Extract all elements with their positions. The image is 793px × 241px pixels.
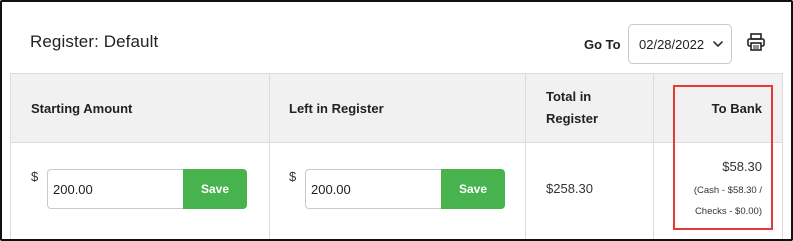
column-header-total-label: Total in Register — [546, 89, 599, 126]
register-header: Register: Default Go To 02/28/2022 — [2, 2, 791, 73]
to-bank-detail-cash: (Cash - $58.30 / — [693, 185, 762, 196]
date-select[interactable]: 02/28/2022 — [628, 24, 732, 64]
table-header-row: Starting Amount Left in Register Total i… — [11, 73, 782, 143]
left-in-register-input[interactable] — [305, 169, 445, 209]
to-bank-cell: $58.30 (Cash - $58.30 / Checks - $0.00) — [694, 159, 762, 222]
total-in-register-value: $258.30 — [546, 181, 593, 196]
date-value: 02/28/2022 — [639, 36, 705, 52]
currency-symbol: $ — [31, 169, 39, 184]
currency-symbol: $ — [289, 169, 297, 184]
column-header-total-in-register: Total in Register — [525, 74, 653, 142]
page-title: Register: Default — [30, 32, 159, 51]
save-starting-amount-button[interactable]: Save — [183, 169, 247, 209]
column-header-to-bank: To Bank — [711, 100, 762, 116]
chevron-down-icon — [713, 41, 723, 47]
table-row: $ Save $ Save $258.30 $58.30 (Cash - $58… — [11, 143, 782, 239]
starting-amount-input[interactable] — [47, 169, 187, 209]
go-to-label: Go To — [584, 37, 621, 52]
to-bank-detail-checks: Checks - $0.00) — [694, 206, 762, 217]
save-left-in-register-button[interactable]: Save — [441, 169, 505, 209]
column-header-starting-amount: Starting Amount — [31, 100, 133, 116]
to-bank-amount: $58.30 — [722, 159, 762, 174]
printer-icon[interactable] — [746, 32, 766, 52]
column-header-left-in-register: Left in Register — [289, 100, 384, 116]
register-table: Starting Amount Left in Register Total i… — [10, 73, 783, 239]
register-panel: Register: Default Go To 02/28/2022 Start… — [0, 0, 793, 241]
